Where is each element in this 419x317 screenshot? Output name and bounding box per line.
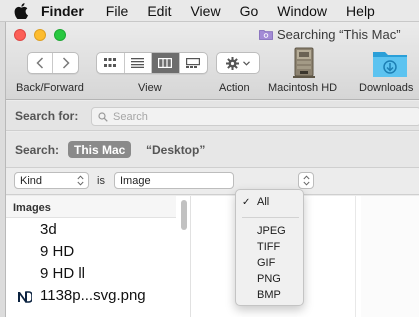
list-item[interactable]: 9 HD — [6, 241, 176, 263]
checkmark-icon: ✓ — [242, 197, 251, 208]
gear-icon — [226, 56, 239, 70]
icon-view-button[interactable] — [97, 53, 125, 73]
updown-arrows-icon — [77, 175, 84, 186]
scope-this-mac-button[interactable]: This Mac — [68, 141, 132, 158]
scope-desktop-button[interactable]: “Desktop” — [146, 143, 205, 157]
search-icon — [98, 112, 108, 122]
search-scope-label: Search: — [15, 143, 60, 157]
menu-view[interactable]: View — [190, 3, 220, 19]
notre-dame-logo-icon — [16, 290, 32, 304]
list-icon — [131, 58, 145, 68]
menu-go[interactable]: Go — [240, 3, 259, 19]
file-name: 9 HD — [40, 243, 75, 260]
grid-icon — [104, 58, 117, 67]
scrollbar-thumb[interactable] — [181, 200, 187, 230]
menu-item-bmp[interactable]: BMP — [257, 289, 281, 301]
menu-bar: Finder File Edit View Go Window Help — [0, 0, 419, 22]
view-mode-control — [96, 52, 208, 74]
back-forward-control — [27, 52, 79, 74]
search-for-label: Search for: — [15, 109, 79, 123]
back-forward-label: Back/Forward — [16, 82, 84, 94]
results-browser: Images 3d 9 HD 9 HD ll 1138p...svg.png — [6, 196, 419, 317]
finder-window: Searching “This Mac” Back/Forward View A… — [5, 22, 419, 317]
search-scope-bar: Search: This Mac “Desktop” — [6, 132, 419, 168]
list-item[interactable]: 9 HD ll — [6, 263, 176, 285]
menu-item-gif[interactable]: GIF — [257, 257, 275, 269]
menu-separator — [242, 217, 299, 218]
back-button[interactable] — [28, 53, 54, 73]
action-label: Action — [219, 82, 250, 94]
updown-arrows-icon — [303, 175, 310, 186]
kind-value-popup[interactable]: Image — [114, 172, 234, 189]
search-for-bar: Search for: — [6, 101, 419, 131]
image-type-dropdown-menu: ✓ All JPEG TIFF GIF PNG BMP — [235, 189, 304, 306]
attribute-value: Kind — [20, 174, 43, 187]
forward-button[interactable] — [53, 53, 78, 73]
columns-icon — [158, 58, 173, 68]
search-criteria-row: Kind is Image — [6, 169, 419, 195]
menu-item-jpeg[interactable]: JPEG — [257, 225, 286, 237]
menu-item-all[interactable]: All — [257, 196, 269, 208]
column-view-button[interactable] — [152, 53, 180, 73]
empty-column — [361, 196, 419, 317]
action-menu-button[interactable] — [216, 52, 260, 74]
gallery-view-button[interactable] — [180, 53, 207, 73]
zoom-button[interactable] — [54, 29, 66, 41]
close-button[interactable] — [14, 29, 26, 41]
kind-value: Image — [120, 174, 151, 187]
view-label: View — [138, 82, 162, 94]
gallery-icon — [186, 58, 201, 68]
chevron-left-icon — [36, 57, 44, 69]
file-name: 1138p...svg.png — [40, 287, 146, 304]
minimize-button[interactable] — [34, 29, 46, 41]
results-column: Images 3d 9 HD 9 HD ll 1138p...svg.png — [6, 196, 191, 317]
menu-help[interactable]: Help — [346, 3, 375, 19]
list-item[interactable]: 1138p...svg.png — [6, 285, 176, 307]
menu-item-tiff[interactable]: TIFF — [257, 241, 280, 253]
menu-finder[interactable]: Finder — [41, 3, 84, 19]
hard-drive-icon[interactable] — [291, 47, 317, 79]
downloads-folder-icon[interactable] — [372, 48, 408, 78]
column-header: Images — [6, 196, 176, 218]
apple-logo-icon[interactable] — [14, 2, 28, 19]
window-title-text: Searching “This Mac” — [277, 27, 401, 42]
window-title: Searching “This Mac” — [259, 27, 401, 42]
smart-folder-icon — [259, 30, 273, 40]
menu-window[interactable]: Window — [277, 3, 327, 19]
chevron-down-icon — [243, 60, 250, 66]
search-input[interactable] — [91, 107, 419, 126]
attribute-popup[interactable]: Kind — [14, 172, 89, 189]
operator-label: is — [97, 175, 105, 187]
list-item[interactable]: 3d — [6, 219, 176, 241]
file-name: 9 HD ll — [40, 265, 86, 282]
sub-kind-popup[interactable] — [298, 172, 314, 189]
file-name: 3d — [40, 221, 57, 238]
toolbar: Searching “This Mac” Back/Forward View A… — [6, 22, 419, 100]
menu-file[interactable]: File — [106, 3, 129, 19]
chevron-right-icon — [62, 57, 70, 69]
menu-edit[interactable]: Edit — [147, 3, 171, 19]
downloads-label: Downloads — [359, 82, 414, 94]
macintosh-hd-label: Macintosh HD — [268, 82, 338, 94]
menu-item-png[interactable]: PNG — [257, 273, 281, 285]
list-view-button[interactable] — [125, 53, 152, 73]
